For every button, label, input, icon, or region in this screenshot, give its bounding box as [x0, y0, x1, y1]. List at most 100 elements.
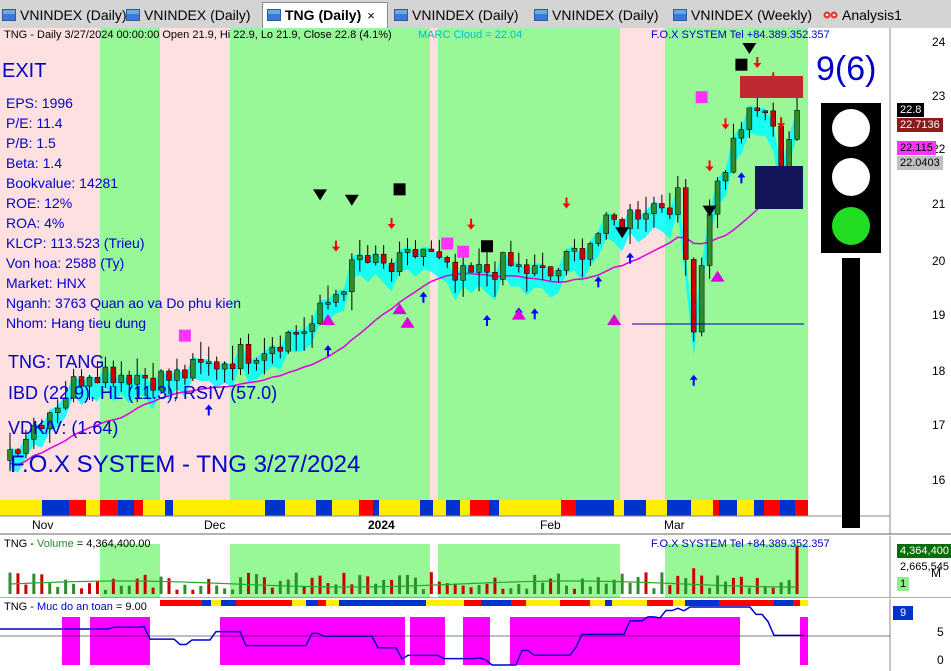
status-strip-cell: [489, 500, 499, 516]
safety-strip-cell: [745, 600, 762, 606]
tab-bar: VNINDEX (Daily) VNINDEX (Daily) TNG (Dai…: [0, 0, 951, 29]
status-strip-cell: [173, 500, 196, 516]
status-strip-cell: [359, 500, 373, 516]
volume-unit: M: [931, 566, 941, 580]
candle-body: [245, 344, 252, 364]
safety-strip-cell: [306, 600, 318, 606]
volume-bar: [739, 576, 743, 594]
stat-line: Nhom: Hang tieu dung: [6, 315, 147, 331]
candle-body: [444, 257, 450, 263]
volume-bar: [437, 581, 441, 594]
volume-bar: [485, 583, 489, 594]
volume-bar: [239, 577, 243, 594]
status-strip-cell: [667, 500, 683, 516]
volume-bar: [358, 575, 362, 594]
volume-bar: [56, 586, 60, 594]
vdk-line: VDK/V: (1.64): [8, 418, 119, 438]
candle-body: [213, 361, 220, 370]
status-strip-cell: [713, 500, 719, 516]
stat-line: ROE: 12%: [6, 195, 73, 211]
volume-bar: [620, 573, 624, 594]
safety-strip-cell: [612, 600, 630, 606]
status-strip-cell: [653, 500, 667, 516]
safety-strip-cell: [560, 600, 573, 606]
status-strip-cell: [379, 500, 397, 516]
volume-bar: [724, 581, 727, 594]
status-strip-cell: [302, 500, 316, 516]
status-strip-cell: [42, 500, 58, 516]
price-value-box: 22.8: [897, 103, 925, 117]
volume-bar: [604, 583, 608, 594]
status-strip-cell: [630, 500, 646, 516]
status-strip-cell: [773, 500, 780, 516]
safety-strip-cell: [630, 600, 647, 606]
safety-strip-cell: [800, 600, 808, 606]
status-strip-cell: [691, 500, 713, 516]
status-strip-cell: [236, 500, 250, 516]
safety-strip-cell: [526, 600, 543, 606]
analysis-icon: [823, 11, 838, 19]
candle-body: [643, 213, 649, 220]
price-xtick: Feb: [540, 518, 561, 532]
safety-strip-cell: [719, 600, 738, 606]
volume-bar: [771, 587, 775, 594]
candle-body: [595, 233, 602, 244]
status-strip-cell: [273, 500, 285, 516]
safety-strip-cell: [236, 600, 245, 606]
volume-bar: [374, 583, 378, 594]
close-tab-icon[interactable]: ×: [367, 8, 375, 23]
status-strip-cell: [764, 500, 773, 516]
status-strip-cell: [332, 500, 351, 516]
status-strip-cell: [250, 500, 265, 516]
volume-bar: [223, 588, 227, 594]
safety-strip-cell: [221, 600, 236, 606]
safety-strip-cell: [685, 600, 697, 606]
volume-value-box: 2,665,545: [897, 560, 951, 574]
candle-body: [253, 359, 260, 364]
volume-bar: [286, 579, 290, 594]
candle-body: [269, 346, 276, 354]
candle-body: [667, 207, 673, 215]
chart-icon: [394, 9, 408, 21]
tab-vnindex-daily-1[interactable]: VNINDEX (Daily): [2, 3, 127, 27]
safety-strip-cell: [426, 600, 432, 606]
price-ytick: 23: [932, 89, 946, 103]
candle-body: [182, 369, 188, 379]
tab-vnindex-daily-3[interactable]: VNINDEX (Daily): [394, 3, 519, 27]
candle-body: [110, 366, 117, 383]
volume-bar: [72, 583, 76, 594]
safety-strip-cell: [356, 600, 373, 606]
candle-body: [611, 214, 617, 220]
price-ytick: 16: [932, 473, 946, 487]
magenta-square: [441, 237, 454, 250]
candle-body: [500, 252, 506, 280]
tab-tng-daily[interactable]: TNG (Daily) ×: [262, 2, 388, 28]
volume-bar: [628, 582, 632, 594]
ticker-line: TNG: TANG: [8, 352, 105, 372]
stat-line: Bookvalue: 14281: [6, 175, 119, 191]
candle-body: [531, 265, 538, 274]
volume-bar: [183, 584, 187, 594]
status-strip-cell: [460, 500, 470, 516]
candle-body: [365, 255, 371, 263]
chart-icon: [534, 9, 548, 21]
candle-body: [174, 369, 180, 381]
stat-line: P/B: 1.5: [6, 135, 56, 151]
candle-body: [706, 213, 713, 266]
candle-body: [476, 264, 482, 273]
tab-vnindex-weekly[interactable]: VNINDEX (Weekly): [673, 3, 812, 27]
volume-bar: [676, 575, 680, 594]
candle-body: [722, 171, 729, 182]
tab-analysis1[interactable]: Analysis1: [823, 3, 902, 27]
candle-body: [579, 248, 586, 260]
stat-line: Market: HNX: [6, 275, 87, 291]
traffic-light-lamp: [832, 109, 870, 147]
tab-vnindex-daily-2[interactable]: VNINDEX (Daily): [126, 3, 251, 27]
tab-vnindex-daily-4[interactable]: VNINDEX (Daily): [534, 3, 659, 27]
status-strip-cell: [646, 500, 653, 516]
safety-strip-cell: [373, 600, 380, 606]
traffic-light-lamp: [832, 158, 870, 196]
safety-strip-cell: [403, 600, 418, 606]
status-strip-cell: [576, 500, 587, 516]
status-strip-cell: [499, 500, 520, 516]
